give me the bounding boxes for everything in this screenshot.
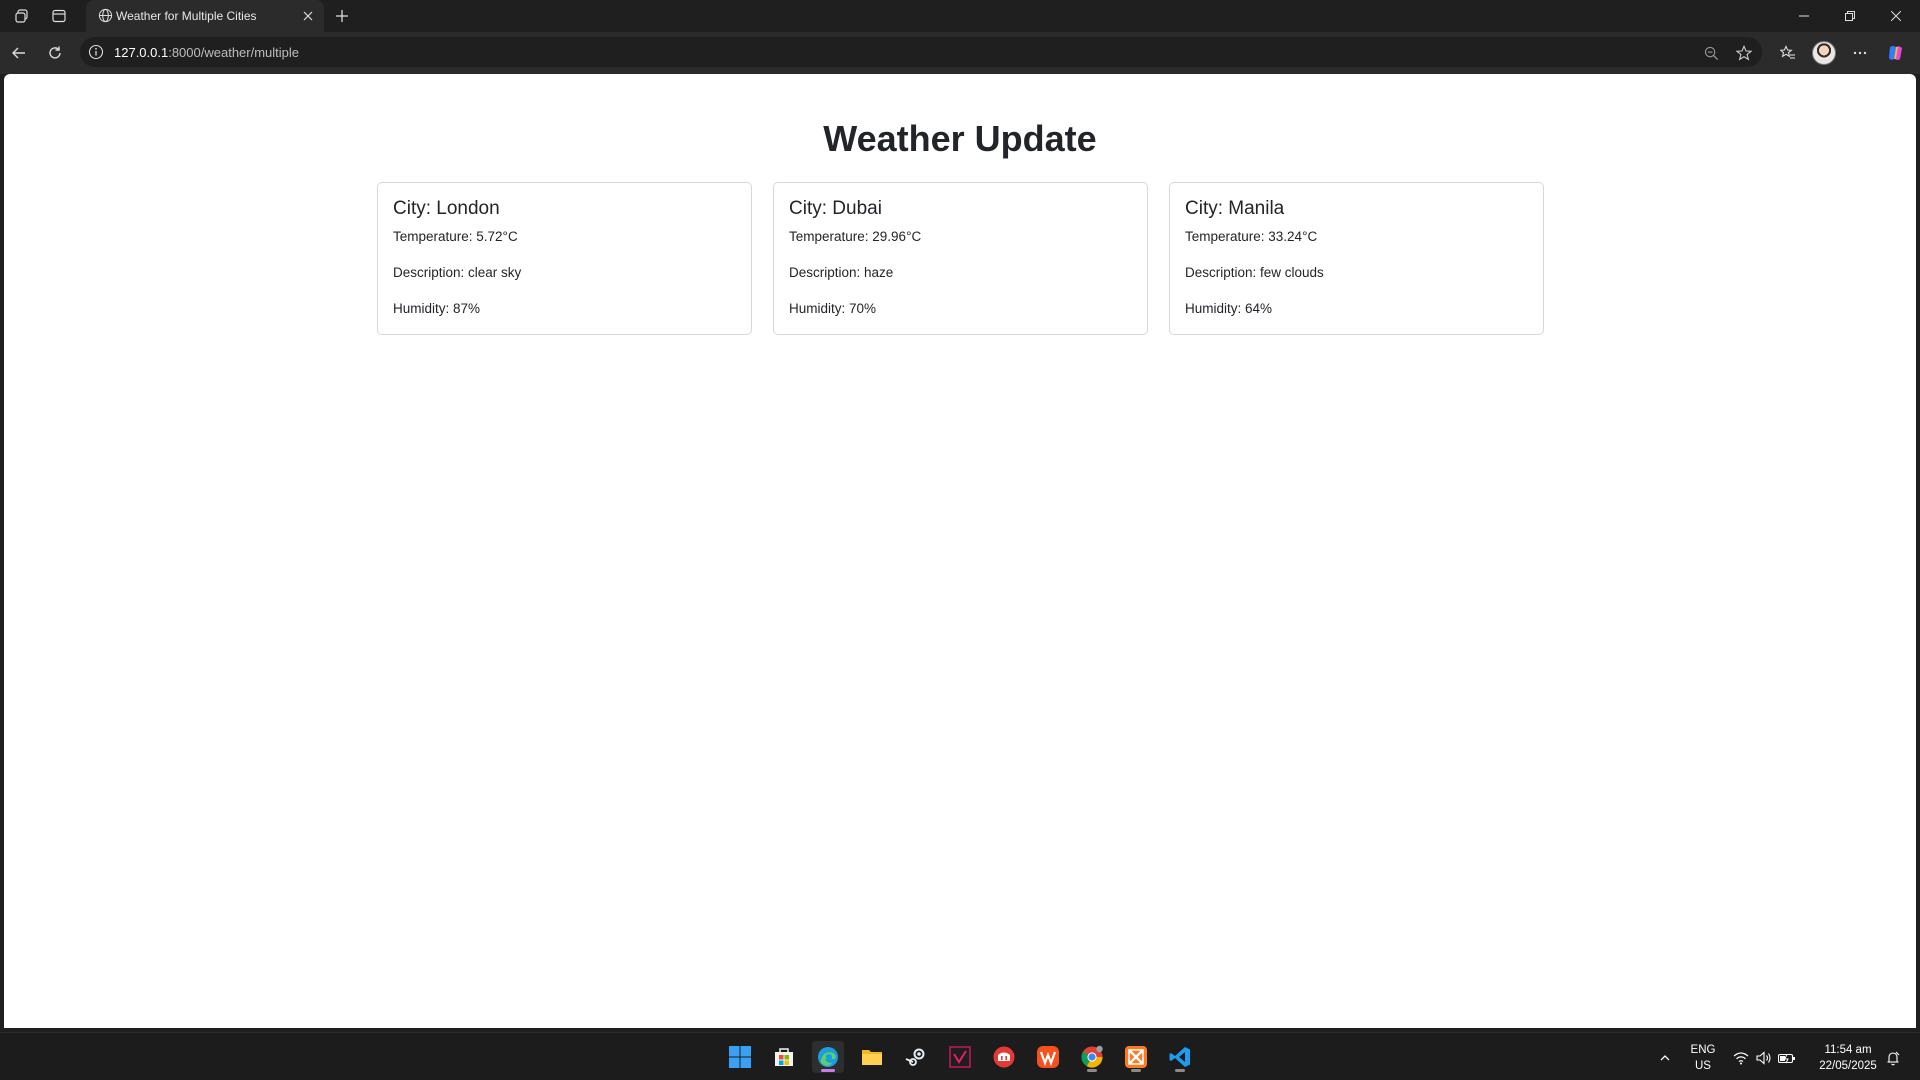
card-humidity: Humidity: 87% xyxy=(393,301,481,316)
card-city: City: Dubai xyxy=(789,198,882,219)
app-icon[interactable] xyxy=(988,1041,1020,1073)
clock-date: 22/05/2025 xyxy=(1819,1060,1877,1072)
card-humidity: Humidity: 70% xyxy=(789,301,877,316)
xampp-icon[interactable] xyxy=(1120,1041,1152,1073)
language-indicator[interactable]: ENG US xyxy=(1686,1042,1720,1074)
weather-card-london: City: London Temperature: 5.72°C Descrip… xyxy=(377,182,752,335)
url-path: :8000/weather/multiple xyxy=(168,45,300,60)
volume-icon[interactable] xyxy=(1755,1049,1773,1067)
language-line2: US xyxy=(1695,1060,1711,1072)
more-options-icon[interactable] xyxy=(1848,41,1872,65)
file-explorer-icon[interactable] xyxy=(856,1041,888,1073)
zoom-icon[interactable] xyxy=(1702,44,1720,62)
battery-icon[interactable] xyxy=(1778,1049,1796,1067)
weather-cards: City: London Temperature: 5.72°C Descrip… xyxy=(377,182,1547,335)
running-indicator xyxy=(1131,1069,1141,1072)
app-icon[interactable] xyxy=(1032,1041,1064,1073)
edge-icon[interactable] xyxy=(812,1041,844,1073)
url-text[interactable]: 127.0.0.1:8000/weather/multiple xyxy=(114,45,299,60)
steam-icon[interactable] xyxy=(900,1041,932,1073)
clock-time: 11:54 am xyxy=(1824,1044,1872,1056)
tab-actions-icon[interactable] xyxy=(47,4,71,28)
taskbar: ENG US 11:54 am 22/05/2025 xyxy=(0,1032,1920,1080)
page-title: Weather Update xyxy=(823,118,1097,159)
card-description: Description: haze xyxy=(789,265,894,280)
tab-weather[interactable]: Weather for Multiple Cities xyxy=(86,0,324,32)
active-indicator xyxy=(821,1069,835,1072)
wifi-icon[interactable] xyxy=(1732,1049,1750,1067)
card-city: City: London xyxy=(393,198,500,219)
weather-card-dubai: City: Dubai Temperature: 29.96°C Descrip… xyxy=(773,182,1148,335)
profile-avatar[interactable] xyxy=(1812,41,1836,65)
card-description: Description: clear sky xyxy=(393,265,522,280)
url-host: 127.0.0.1 xyxy=(114,45,169,60)
site-info-icon[interactable] xyxy=(88,44,104,65)
running-indicator xyxy=(1175,1069,1185,1072)
refresh-icon[interactable] xyxy=(43,41,67,65)
chevron-up-icon[interactable] xyxy=(1656,1049,1674,1067)
notifications-icon[interactable] xyxy=(1884,1049,1902,1067)
weather-card-manila: City: Manila Temperature: 33.24°C Descri… xyxy=(1169,182,1544,335)
chrome-icon[interactable] xyxy=(1076,1041,1108,1073)
card-description: Description: few clouds xyxy=(1185,265,1324,280)
close-window-icon[interactable] xyxy=(1873,0,1919,32)
card-temperature: Temperature: 5.72°C xyxy=(393,229,518,244)
workspaces-icon[interactable] xyxy=(10,4,34,28)
store-icon[interactable] xyxy=(768,1041,800,1073)
minimize-icon[interactable] xyxy=(1781,0,1827,32)
clock[interactable]: 11:54 am 22/05/2025 xyxy=(1808,1042,1888,1074)
start-icon[interactable] xyxy=(724,1041,756,1073)
browser-title-bar: Weather for Multiple Cities xyxy=(0,0,1920,32)
card-city: City: Manila xyxy=(1185,198,1285,219)
card-temperature: Temperature: 29.96°C xyxy=(789,229,922,244)
card-temperature: Temperature: 33.24°C xyxy=(1185,229,1318,244)
app-icon[interactable] xyxy=(944,1041,976,1073)
vscode-icon[interactable] xyxy=(1164,1041,1196,1073)
tab-title: Weather for Multiple Cities xyxy=(116,9,257,23)
language-line1: ENG xyxy=(1690,1044,1716,1056)
favorite-star-icon[interactable] xyxy=(1735,44,1753,62)
globe-icon xyxy=(98,8,113,28)
card-humidity: Humidity: 64% xyxy=(1185,301,1273,316)
page-viewport: Weather Update City: London Temperature:… xyxy=(4,74,1916,1028)
running-indicator xyxy=(1087,1069,1097,1072)
browser-toolbar: 127.0.0.1:8000/weather/multiple xyxy=(0,32,1920,74)
address-bar[interactable]: 127.0.0.1:8000/weather/multiple xyxy=(80,37,1762,67)
new-tab-button[interactable] xyxy=(330,4,354,28)
back-icon[interactable] xyxy=(7,41,31,65)
favorites-icon[interactable] xyxy=(1776,41,1800,65)
close-icon[interactable] xyxy=(300,8,316,24)
copilot-icon[interactable] xyxy=(1884,41,1908,65)
restore-icon[interactable] xyxy=(1827,0,1873,32)
